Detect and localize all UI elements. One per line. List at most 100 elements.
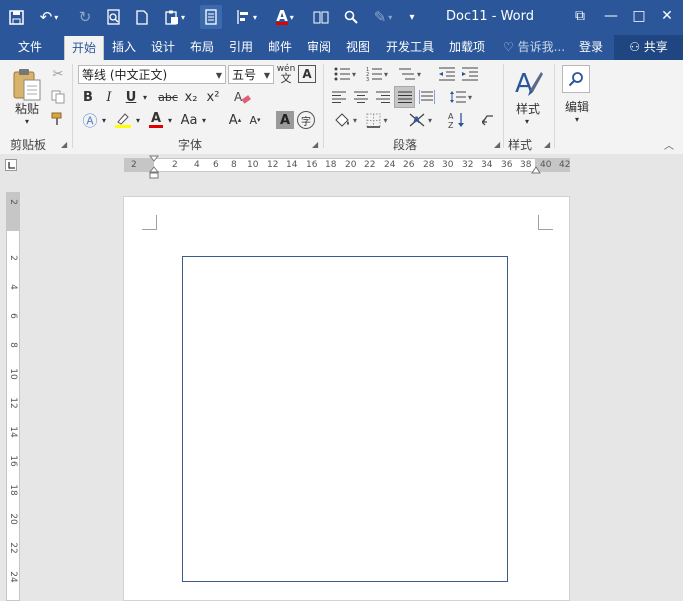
collapse-ribbon-icon[interactable]: ︿ — [663, 138, 675, 152]
maximize-icon[interactable]: □ — [626, 5, 652, 27]
drawing-canvas-frame[interactable] — [182, 256, 508, 582]
font-size-select[interactable]: 五号 ▼ — [228, 65, 274, 84]
divider — [554, 64, 555, 148]
svg-text:Z: Z — [448, 121, 454, 129]
underline-button[interactable]: U — [123, 88, 139, 106]
paste-icon[interactable] — [10, 66, 44, 104]
tab-review[interactable]: 审阅 — [300, 35, 338, 60]
customize-toolbar-icon[interactable]: ▾ — [404, 5, 420, 29]
signin-link[interactable]: 登录 — [574, 35, 608, 60]
font-name-select[interactable]: 等线 (中文正文) ▼ — [78, 65, 226, 84]
tab-references[interactable]: 引用 — [222, 35, 260, 60]
vertical-ruler[interactable]: 2 2 4 6 8 10 12 14 16 18 20 22 24 — [6, 192, 20, 601]
subscript-button[interactable]: x₂ — [181, 88, 201, 106]
justify-icon[interactable] — [394, 86, 415, 108]
align-quick-icon[interactable]: ▾ — [232, 5, 262, 29]
draw-quick-icon[interactable]: ✎ ▾ — [368, 5, 398, 29]
shading-icon[interactable]: ▾ — [330, 110, 360, 130]
superscript-button[interactable]: x² — [203, 88, 223, 106]
paste-button[interactable]: 粘贴 — [10, 100, 44, 116]
shrink-font-icon[interactable]: A ▾ — [246, 110, 264, 130]
tab-developer[interactable]: 开发工具 — [380, 35, 440, 60]
tell-me-box[interactable]: ♡ 告诉我... — [498, 35, 570, 60]
close-icon[interactable]: ✕ — [654, 5, 680, 27]
styles-icon[interactable]: A — [510, 65, 546, 99]
clear-formatting-icon[interactable]: A — [232, 87, 252, 107]
borders-icon[interactable]: ▾ — [362, 110, 392, 130]
share-button[interactable]: ⚇ 共享 — [614, 35, 683, 60]
editing-dropdown-icon[interactable]: ▾ — [572, 114, 582, 124]
highlight-dropdown-icon[interactable]: ▾ — [134, 110, 142, 130]
tab-view[interactable]: 视图 — [339, 35, 377, 60]
align-right-icon[interactable] — [374, 88, 392, 106]
paragraph-launcher-icon[interactable]: ◢ — [494, 140, 500, 149]
tab-file[interactable]: 文件 — [8, 35, 52, 60]
columns-quick-icon[interactable] — [310, 5, 332, 29]
chinese-layout-icon[interactable]: A ▾ — [405, 110, 435, 130]
divider — [503, 64, 504, 148]
tab-mailings[interactable]: 邮件 — [261, 35, 299, 60]
tab-layout[interactable]: 布局 — [183, 35, 221, 60]
editing-search-icon[interactable] — [562, 65, 590, 93]
enclose-characters-icon[interactable]: 字 — [297, 111, 315, 129]
tab-design[interactable]: 设计 — [144, 35, 182, 60]
clipboard-launcher-icon[interactable]: ◢ — [61, 140, 67, 149]
font-color-quick-icon[interactable]: A ▾ — [270, 5, 300, 29]
underline-dropdown-icon[interactable]: ▾ — [140, 88, 150, 106]
character-border-icon[interactable]: A — [298, 65, 316, 83]
right-indent-marker[interactable] — [531, 165, 541, 175]
text-effects-dropdown-icon[interactable]: ▾ — [100, 110, 108, 130]
font-color-icon[interactable]: A — [146, 110, 166, 130]
show-paragraph-marks-icon[interactable] — [478, 110, 498, 130]
change-case-dropdown-icon[interactable]: ▾ — [200, 110, 208, 130]
tab-insert[interactable]: 插入 — [105, 35, 143, 60]
styles-launcher-icon[interactable]: ◢ — [544, 140, 550, 149]
format-painter-icon[interactable] — [49, 110, 67, 128]
save-icon[interactable] — [4, 5, 28, 29]
align-left-icon[interactable] — [330, 88, 348, 106]
editing-button[interactable]: 编辑 — [560, 98, 594, 114]
undo-icon[interactable]: ↶ ▾ — [34, 5, 64, 29]
redo-icon[interactable]: ↻ — [74, 5, 96, 29]
bold-button[interactable]: B — [80, 88, 96, 106]
tab-home[interactable]: 开始 — [64, 36, 104, 60]
copy-icon[interactable] — [49, 88, 67, 106]
increase-indent-icon[interactable] — [460, 65, 480, 83]
find-icon[interactable] — [340, 5, 362, 29]
paste-quick-icon[interactable]: ▾ — [160, 5, 190, 29]
chevron-down-icon: ▼ — [263, 71, 270, 80]
minimize-icon[interactable]: — — [598, 5, 624, 27]
change-case-button[interactable]: Aa — [178, 110, 200, 130]
character-shading-icon[interactable]: A — [276, 111, 294, 129]
sort-icon[interactable]: AZ — [446, 110, 468, 130]
paste-dropdown-icon[interactable]: ▾ — [22, 116, 32, 126]
ribbon-display-icon[interactable]: ⧉ — [567, 5, 593, 27]
bullets-icon[interactable]: ▾ — [330, 65, 360, 83]
indent-markers[interactable] — [148, 155, 160, 179]
horizontal-ruler[interactable]: 2 2 4 6 8 10 12 14 16 18 20 22 24 26 28 … — [124, 158, 570, 172]
italic-button[interactable]: I — [101, 88, 117, 106]
new-document-icon[interactable] — [132, 5, 152, 29]
align-center-icon[interactable] — [352, 88, 370, 106]
print-preview-icon[interactable] — [102, 5, 124, 29]
tab-selector[interactable] — [5, 159, 17, 171]
grow-font-icon[interactable]: A ▴ — [226, 110, 244, 130]
phonetic-guide-icon[interactable]: wén 文 — [276, 64, 296, 85]
line-spacing-icon[interactable]: ▾ — [446, 88, 476, 106]
tab-addins[interactable]: 加载项 — [443, 35, 491, 60]
strikethrough-button[interactable]: abc — [155, 88, 181, 106]
styles-button[interactable]: 样式 — [510, 100, 546, 116]
cut-icon[interactable]: ✂ — [49, 65, 67, 83]
decrease-indent-icon[interactable] — [437, 65, 457, 83]
numbering-icon[interactable]: 1 2 3 ▾ — [362, 65, 392, 83]
styles-dropdown-icon[interactable]: ▾ — [522, 116, 532, 126]
text-effects-icon[interactable]: Ⓐ — [80, 110, 100, 130]
distributed-icon[interactable] — [418, 88, 436, 106]
ruler-tick-label: 26 — [403, 160, 415, 170]
multilevel-list-icon[interactable]: ▾ — [395, 65, 425, 83]
svg-text:3: 3 — [366, 77, 369, 81]
page-view-icon[interactable] — [200, 5, 222, 29]
font-launcher-icon[interactable]: ◢ — [312, 140, 318, 149]
highlight-color-icon[interactable] — [112, 110, 134, 130]
font-color-dropdown-icon[interactable]: ▾ — [166, 110, 174, 130]
